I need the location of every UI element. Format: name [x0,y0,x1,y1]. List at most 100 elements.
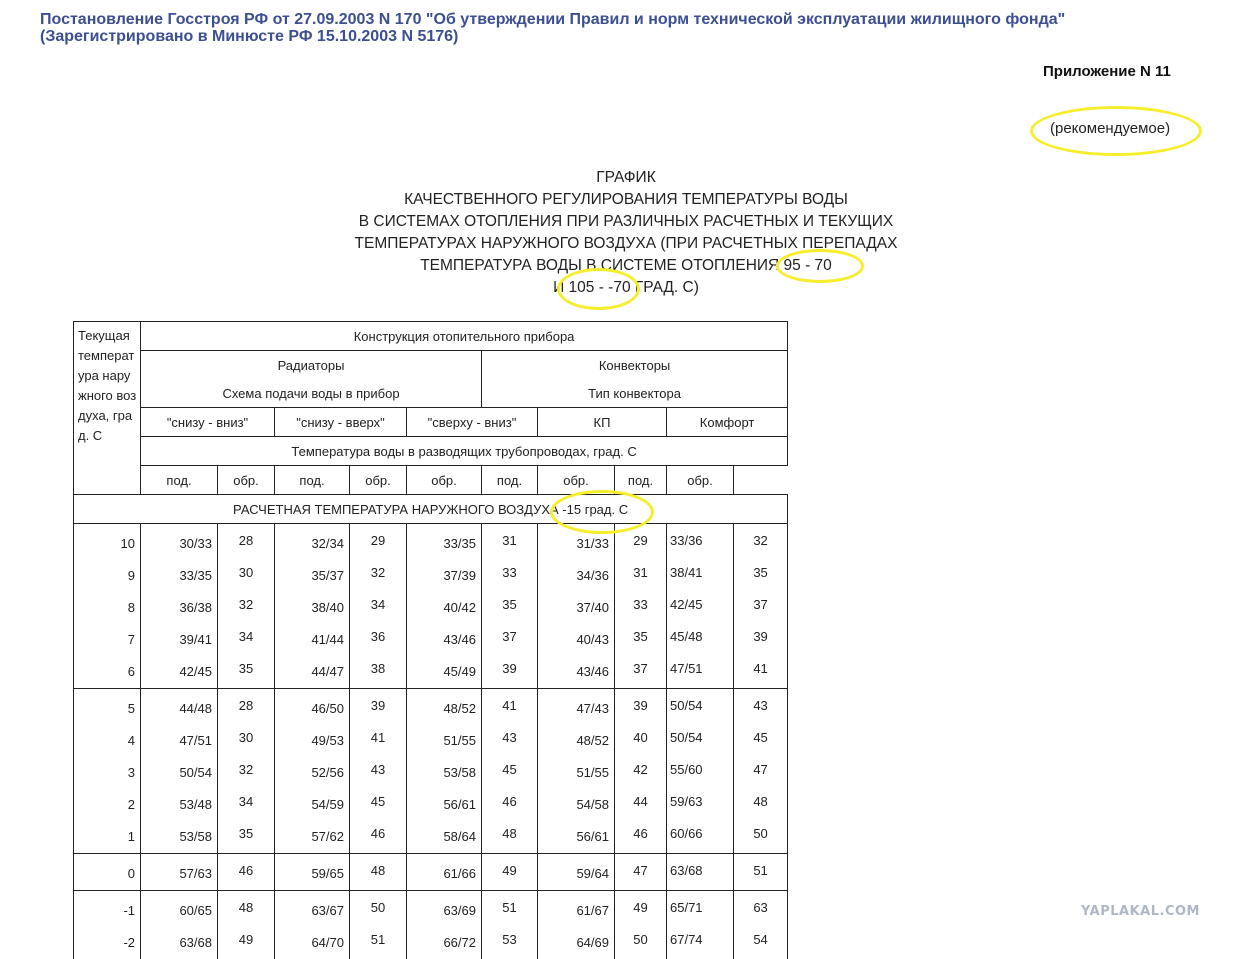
table-cell: 48/52 [407,689,482,726]
table-cell: 63/69 [407,891,482,928]
table-cell: 37 [734,592,788,624]
sub-header: под. [141,466,218,495]
table-cell: 58/64 [407,821,482,854]
table-cell: 49/53 [275,725,350,757]
table-cell: 40 [615,725,667,757]
table-cell: 48 [218,891,275,928]
radiator-scheme-header: Схема подачи воды в прибор [141,379,482,408]
table-cell: -1 [74,891,141,928]
table-cell: 46 [218,854,275,891]
table-cell: 28 [218,524,275,561]
table-cell: 47 [615,854,667,891]
table-cell: 1 [74,821,141,854]
table-row: 1030/332832/342933/353131/332933/3632 [74,524,788,561]
table-cell: 65/71 [667,891,734,928]
table-cell: 63/67 [275,891,350,928]
table-cell: 59/65 [275,854,350,891]
table-cell: 5 [74,689,141,726]
header-line-1[interactable]: Постановление Госстроя РФ от 27.09.2003 … [40,11,1140,28]
table-cell: 42 [615,757,667,789]
table-cell: 63 [734,891,788,928]
table-cell: 66/72 [407,927,482,959]
table-cell: 4 [74,725,141,757]
table-cell: 43 [350,757,407,789]
sub-header: обр. [407,466,482,495]
header-line-2[interactable]: (Зарегистрировано в Минюсте РФ 15.10.200… [40,28,1140,45]
table-cell: 42/45 [667,592,734,624]
scheme-bottom-bottom: "снизу - вниз" [141,408,275,437]
watermark: YAPLAKAL.COM [1081,904,1200,919]
table-cell: 43 [734,689,788,726]
appendix-label: Приложение N 11 [1043,63,1171,80]
table-row: 544/482846/503948/524147/433950/5443 [74,689,788,726]
title-line-3: В СИСТЕМАХ ОТОПЛЕНИЯ ПРИ РАЗЛИЧНЫХ РАСЧЕ… [320,211,932,233]
table-cell: 45/49 [407,656,482,689]
design-temp-section: РАСЧЕТНАЯ ТЕМПЕРАТУРА НАРУЖНОГО ВОЗДУХА … [74,495,788,524]
table-cell: 7 [74,624,141,656]
table-cell: 0 [74,854,141,891]
table-cell: 49 [482,854,538,891]
table-cell: 53/58 [407,757,482,789]
table-row: -160/654863/675063/695161/674965/7163 [74,891,788,928]
table-cell: 53/48 [141,789,218,821]
table-cell: 30 [218,560,275,592]
table-cell: 50/54 [667,689,734,726]
convector-type-header: Тип конвектора [482,379,788,408]
table-cell: 30 [218,725,275,757]
table-cell: 52/56 [275,757,350,789]
table-cell: 43/46 [538,656,615,689]
table-cell: 59/63 [667,789,734,821]
scheme-top-bottom: "сверху - вниз" [407,408,538,437]
table-cell: 53 [482,927,538,959]
table-cell: 61/66 [407,854,482,891]
table-cell: 41 [350,725,407,757]
title-line-4: ТЕМПЕРАТУРАХ НАРУЖНОГО ВОЗДУХА (ПРИ РАСЧ… [320,233,932,255]
table-cell: 51 [350,927,407,959]
sub-header: обр. [218,466,275,495]
table-cell: 46 [482,789,538,821]
table-cell: 55/60 [667,757,734,789]
table-cell: 33 [482,560,538,592]
table-cell: 56/61 [538,821,615,854]
table-cell: 54 [734,927,788,959]
pipe-temp-header: Температура воды в разводящих трубопрово… [141,437,788,466]
table-row: 836/383238/403440/423537/403342/4537 [74,592,788,624]
construction-header: Конструкция отопительного прибора [141,322,788,351]
table-cell: 45 [734,725,788,757]
table-cell: 35 [734,560,788,592]
sub-header: под. [275,466,350,495]
table-header: Текущая температура наружного воздуха, г… [74,322,788,524]
table-cell: 51/55 [407,725,482,757]
sub-header: обр. [667,466,734,495]
chart-title: ГРАФИК КАЧЕСТВЕННОГО РЕГУЛИРОВАНИЯ ТЕМПЕ… [320,167,932,299]
table-cell: 60/66 [667,821,734,854]
table-cell: 49 [218,927,275,959]
table-cell: 41 [482,689,538,726]
table-cell: 35 [218,821,275,854]
table-cell: 29 [615,524,667,561]
document-header[interactable]: Постановление Госстроя РФ от 27.09.2003 … [40,11,1140,45]
table-cell: 45 [482,757,538,789]
table-cell: 36/38 [141,592,218,624]
table-cell: 61/67 [538,891,615,928]
table-cell: 47/51 [141,725,218,757]
table-row: 350/543252/564353/584551/554255/6047 [74,757,788,789]
table-row: 253/483454/594556/614654/584459/6348 [74,789,788,821]
table-cell: 47/43 [538,689,615,726]
table-cell: 50/54 [141,757,218,789]
table-cell: 32/34 [275,524,350,561]
table-cell: 8 [74,592,141,624]
table-cell: 35 [615,624,667,656]
table-cell: 46/50 [275,689,350,726]
table-cell: 41 [734,656,788,689]
table-cell: 59/64 [538,854,615,891]
table-cell: 44/48 [141,689,218,726]
table-cell: 46 [615,821,667,854]
table-row: 057/634659/654861/664959/644763/6851 [74,854,788,891]
table-row: 447/513049/534151/554348/524050/5445 [74,725,788,757]
scheme-bottom-top: "снизу - вверх" [275,408,407,437]
table-cell: 51/55 [538,757,615,789]
table-cell: 64/69 [538,927,615,959]
table-cell: 43/46 [407,624,482,656]
convector-comfort: Комфорт [667,408,788,437]
